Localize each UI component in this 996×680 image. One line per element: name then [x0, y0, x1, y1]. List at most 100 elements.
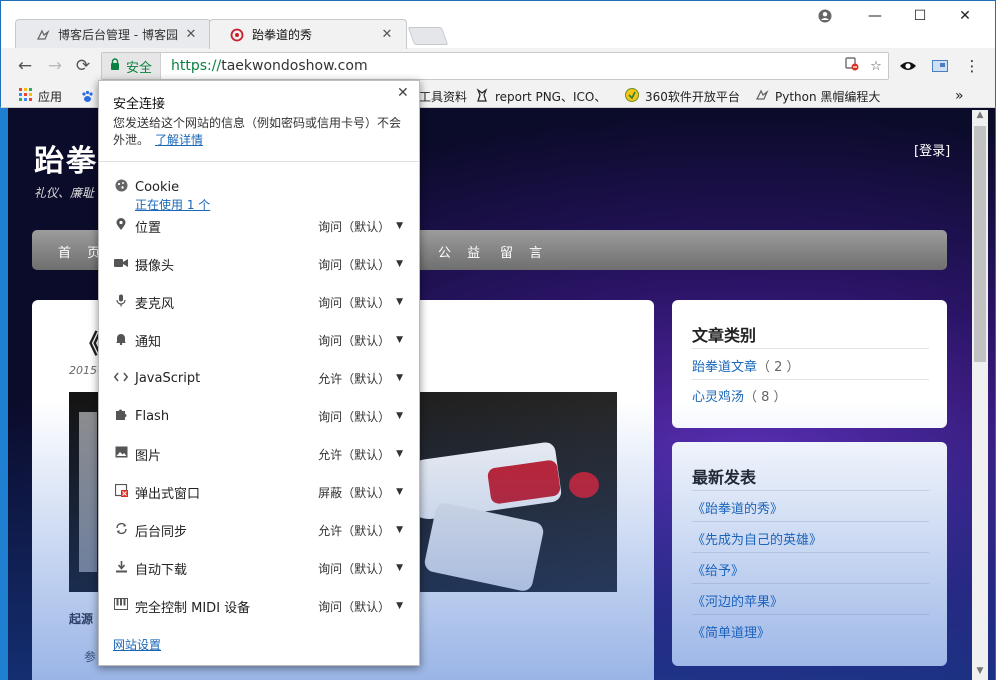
permission-dropdown[interactable]: 允许（默认） ▼: [318, 522, 403, 539]
star-icon[interactable]: ☆: [864, 59, 888, 74]
site-subtitle: 礼仪、廉耻: [34, 186, 95, 200]
scroll-up-icon[interactable]: ▲: [972, 110, 988, 124]
permission-dropdown[interactable]: 屏蔽（默认） ▼: [318, 484, 403, 501]
permission-label: 位置: [135, 220, 162, 236]
cookie-icon: [113, 179, 129, 196]
sync-icon: [113, 522, 129, 539]
latest-post-link[interactable]: 《跆拳道的秀》: [692, 498, 783, 517]
learn-more-link[interactable]: 了解详情: [155, 133, 203, 147]
nav-charity[interactable]: 公 益: [438, 242, 486, 261]
permission-dropdown[interactable]: 询问（默认） ▼: [318, 256, 403, 273]
scroll-down-icon[interactable]: ▼: [972, 666, 988, 680]
category-link[interactable]: 跆拳道文章（ 2 ）: [692, 356, 800, 375]
maximize-button[interactable]: ☐: [898, 1, 942, 31]
bookmark-360-platform[interactable]: 360软件开放平台: [625, 87, 740, 105]
close-window-button[interactable]: ✕: [943, 1, 987, 31]
puzzle-icon: [113, 408, 129, 425]
address-bar[interactable]: 安全 https://taekwondoshow.com ☆: [101, 52, 889, 80]
permission-camera[interactable]: 摄像头 询问（默认） ▼: [113, 253, 403, 275]
tab-taekwondo-show[interactable]: 跆拳道的秀 ✕: [209, 19, 407, 49]
blocked-content-icon[interactable]: [840, 57, 864, 75]
nav-guestbook[interactable]: 留 言: [500, 242, 548, 261]
tab-close-icon[interactable]: ✕: [380, 27, 394, 42]
location-icon: [113, 217, 129, 235]
page-scrollbar[interactable]: ▲ ▼: [972, 110, 988, 680]
secure-label: 安全: [126, 60, 153, 76]
permission-dropdown[interactable]: 询问（默认） ▼: [318, 560, 403, 577]
permission-label: 弹出式窗口: [135, 486, 201, 502]
permission-flash[interactable]: Flash 询问（默认） ▼: [113, 405, 403, 427]
permission-images[interactable]: 图片 允许（默认） ▼: [113, 443, 403, 465]
permission-location[interactable]: 位置 询问（默认） ▼: [113, 215, 403, 237]
caret-down-icon: ▼: [396, 449, 403, 459]
permission-dropdown[interactable]: 允许（默认） ▼: [318, 370, 403, 387]
bookmark-python[interactable]: Python 黑帽编程大: [755, 87, 880, 105]
camera-icon: [113, 257, 129, 272]
permission-dropdown[interactable]: 询问（默认） ▼: [318, 218, 403, 235]
bird-icon: [755, 88, 769, 105]
permission-background-sync[interactable]: 后台同步 允许（默认） ▼: [113, 519, 403, 541]
permission-microphone[interactable]: 麦克风 询问（默认） ▼: [113, 291, 403, 313]
permission-label: 麦克风: [135, 296, 175, 312]
browser-toolbar: ← → ⟳ 安全 https://taekwondoshow.com ☆ ⋮: [0, 48, 996, 84]
site-settings-link[interactable]: 网站设置: [113, 636, 161, 653]
permission-javascript[interactable]: JavaScript 允许（默认） ▼: [113, 367, 403, 389]
permission-label: 后台同步: [135, 524, 188, 540]
image-icon: [113, 446, 129, 462]
permission-label: JavaScript: [135, 370, 201, 386]
back-button[interactable]: ←: [13, 54, 37, 78]
permission-label: Flash: [135, 408, 170, 424]
minimize-button[interactable]: —: [853, 1, 897, 31]
cast-extension-icon[interactable]: [929, 56, 951, 76]
latest-post-link[interactable]: 《河边的苹果》: [692, 591, 783, 610]
cookie-row: Cookie: [113, 176, 403, 198]
login-link[interactable]: [登录]: [914, 140, 950, 159]
permission-dropdown[interactable]: 询问（默认） ▼: [318, 332, 403, 349]
url-text[interactable]: https://taekwondoshow.com: [161, 58, 840, 74]
bookmark-tools[interactable]: 工具资料: [419, 87, 467, 105]
baidu-icon[interactable]: [81, 87, 94, 105]
profile-icon[interactable]: [803, 1, 847, 31]
permission-dropdown[interactable]: 询问（默认） ▼: [318, 294, 403, 311]
tab-close-icon[interactable]: ✕: [184, 27, 198, 42]
menu-icon[interactable]: ⋮: [961, 56, 983, 76]
latest-post-link[interactable]: 《先成为自己的英雄》: [692, 529, 822, 548]
caret-down-icon: ▼: [396, 563, 403, 573]
category-link[interactable]: 心灵鸡汤（ 8 ）: [692, 386, 787, 405]
categories-title: 文章类别: [692, 326, 757, 345]
bookmarks-overflow-button[interactable]: »: [955, 87, 964, 105]
post-body-text: 参: [84, 650, 97, 664]
permission-midi[interactable]: 完全控制 MIDI 设备 询问（默认） ▼: [113, 595, 403, 617]
forward-button[interactable]: →: [43, 54, 67, 78]
latest-post-link[interactable]: 《简单道理》: [692, 622, 770, 641]
permission-dropdown[interactable]: 允许（默认） ▼: [318, 446, 403, 463]
permission-auto-download[interactable]: 自动下载 询问（默认） ▼: [113, 557, 403, 579]
scrollbar-thumb[interactable]: [974, 126, 986, 362]
caret-down-icon: ▼: [396, 525, 403, 535]
popup-close-icon[interactable]: ✕: [397, 85, 409, 101]
permission-notifications[interactable]: 通知 询问（默认） ▼: [113, 329, 403, 351]
url-scheme: https://: [171, 58, 222, 74]
permission-dropdown[interactable]: 询问（默认） ▼: [318, 598, 403, 615]
latest-post-link[interactable]: 《给予》: [692, 560, 744, 579]
robot-icon: [475, 87, 489, 105]
bookmark-apps[interactable]: 应用: [19, 87, 62, 105]
caret-down-icon: ▼: [396, 411, 403, 421]
eye-extension-icon[interactable]: [897, 56, 919, 76]
bookmark-label: Python 黑帽编程大: [775, 89, 881, 104]
url-host: taekwondoshow.com: [221, 58, 368, 74]
reload-button[interactable]: ⟳: [71, 54, 95, 78]
popup-description: 您发送给这个网站的信息（例如密码或信用卡号）不会外泄。 了解详情: [113, 116, 402, 147]
permission-label: 自动下载: [135, 562, 188, 578]
bookmark-label: 应用: [38, 89, 63, 104]
permission-label: 图片: [135, 448, 162, 464]
bookmark-report-png[interactable]: report PNG、ICO、: [475, 87, 606, 105]
lock-icon: [110, 58, 120, 74]
permission-label: 通知: [135, 334, 162, 350]
permission-popups[interactable]: 弹出式窗口 屏蔽（默认） ▼: [113, 481, 403, 503]
permission-dropdown[interactable]: 询问（默认） ▼: [318, 408, 403, 425]
new-tab-button[interactable]: [407, 27, 449, 45]
tab-blog-admin[interactable]: 博客后台管理 - 博客园 ✕: [15, 19, 211, 49]
cookies-in-use-link[interactable]: 正在使用 1 个: [135, 196, 210, 213]
security-chip[interactable]: 安全: [102, 53, 162, 79]
